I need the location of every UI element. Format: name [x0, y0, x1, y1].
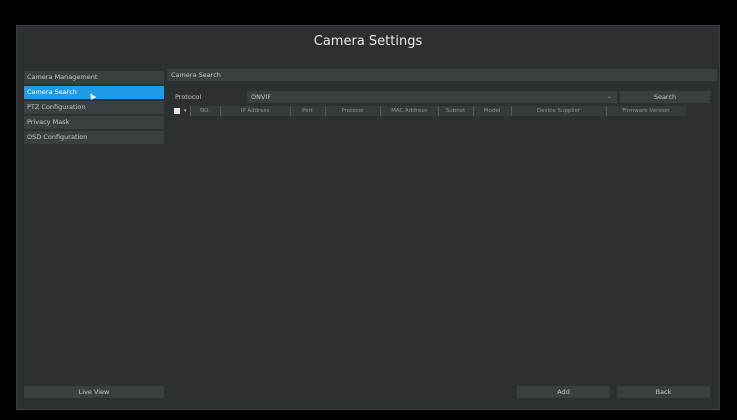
camera-search-panel: Camera Search Protocol ONVIF ⌄ Search ▾ … — [167, 69, 717, 379]
protocol-select[interactable]: ONVIF ⌄ — [247, 91, 617, 103]
column-header-no[interactable]: NO. — [189, 106, 220, 116]
select-all-checkbox[interactable] — [174, 108, 180, 114]
panel-header: Camera Search — [167, 69, 717, 81]
protocol-label: Protocol — [175, 93, 202, 101]
sidebar-item-privacy-mask[interactable]: Privacy Mask — [24, 116, 164, 129]
column-header-subnet[interactable]: Subnet — [437, 106, 473, 116]
column-header-firmware-version[interactable]: Firmware Version — [605, 106, 686, 116]
live-view-button[interactable]: Live View — [24, 386, 164, 398]
sidebar-item-ptz-configuration[interactable]: PTZ Configuration — [24, 101, 164, 114]
column-header-protocol[interactable]: Protocol — [324, 106, 380, 116]
column-header-model[interactable]: Model — [472, 106, 511, 116]
search-button[interactable]: Search — [620, 91, 710, 103]
results-table-header: ▾ NO. IP Address Port Protocol MAC Addre… — [167, 106, 717, 116]
back-button[interactable]: Back — [617, 386, 710, 398]
column-header-ip-address[interactable]: IP Address — [219, 106, 290, 116]
column-header-mac-address[interactable]: MAC Address — [379, 106, 438, 116]
dialog-title: Camera Settings — [313, 34, 423, 49]
column-header-port[interactable]: Port — [289, 106, 325, 116]
sidebar: Camera Management Camera Search PTZ Conf… — [24, 71, 164, 146]
sidebar-item-osd-configuration[interactable]: OSD Configuration — [24, 131, 164, 144]
add-button[interactable]: Add — [517, 386, 610, 398]
protocol-row: Protocol ONVIF ⌄ Search — [167, 91, 717, 103]
protocol-value: ONVIF — [251, 93, 272, 101]
column-header-device-supplier[interactable]: Device Supplier — [510, 106, 606, 116]
sidebar-item-camera-management[interactable]: Camera Management — [24, 71, 164, 84]
sort-icon: ▾ — [184, 108, 187, 114]
camera-settings-dialog: Camera Settings Camera Management Camera… — [16, 25, 720, 410]
chevron-down-icon: ⌄ — [606, 93, 612, 100]
